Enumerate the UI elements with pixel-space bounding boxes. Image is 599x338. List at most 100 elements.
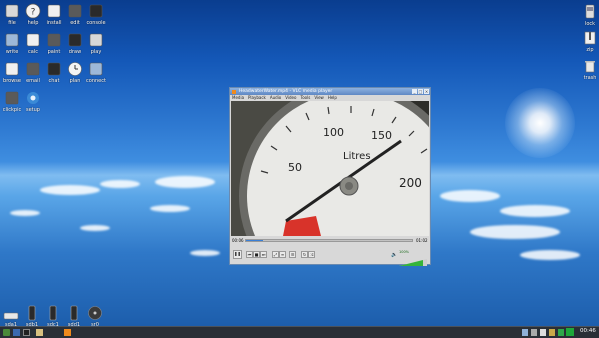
loop-button[interactable]: ↻ [301, 251, 308, 258]
icon-label: draw [68, 49, 82, 55]
network-icon[interactable] [522, 329, 528, 336]
edit-shortcut[interactable]: edit [65, 3, 85, 27]
files-button[interactable] [36, 329, 43, 336]
terminal-button[interactable] [23, 329, 30, 336]
setup-shortcut[interactable]: setup [23, 90, 43, 114]
cloud [500, 205, 570, 217]
icon-label: file [8, 20, 16, 26]
playlist-button[interactable]: ☰ [289, 251, 296, 258]
email-shortcut[interactable]: email [23, 61, 43, 85]
write-icon [5, 33, 19, 47]
stop-button[interactable]: ■ [253, 251, 260, 258]
vlc-titlebar[interactable]: HeadwaterWater.mp4 - VLC media player _ … [230, 88, 430, 95]
minimize-button[interactable]: _ [412, 89, 417, 94]
console-shortcut[interactable]: console [86, 3, 106, 27]
cloud [470, 225, 560, 239]
pause-button[interactable]: ❚❚ [233, 250, 242, 259]
icon-label: calc [28, 49, 38, 55]
play-icon [89, 33, 103, 47]
lock-shortcut[interactable]: lock [575, 4, 599, 28]
window-title: HeadwaterWater.mp4 - VLC media player [239, 89, 333, 94]
speaker-icon[interactable]: 🔈 [391, 252, 397, 258]
taskbar-clock: 00:46 [580, 328, 596, 334]
previous-button[interactable]: ⏮ [246, 251, 253, 258]
drive-dock: sda1 sdb1 sdc1 sdd1 sr0 [0, 305, 110, 328]
help-shortcut[interactable]: ? help [23, 3, 43, 27]
cloud [10, 210, 40, 216]
trash-shortcut[interactable]: trash [575, 58, 599, 82]
volume-label: 100% [399, 250, 410, 254]
icon-label: paint [47, 49, 61, 55]
calc-icon [26, 33, 40, 47]
zip-shortcut[interactable]: zip [575, 30, 599, 54]
trash-icon [585, 61, 595, 73]
vlc-task-button[interactable] [64, 329, 71, 336]
taskbar: 00:46 [0, 326, 599, 338]
fullscreen-button[interactable]: ⤢ [272, 251, 279, 258]
console-icon [89, 4, 103, 18]
chat-shortcut[interactable]: chat [44, 61, 64, 85]
write-shortcut[interactable]: write [2, 32, 22, 56]
gauge-unit-label: Litres [343, 151, 371, 162]
maximize-button[interactable]: □ [418, 89, 423, 94]
icon-label: trash [583, 75, 597, 81]
next-button[interactable]: ⏭ [260, 251, 267, 258]
battery-icon[interactable] [558, 329, 564, 336]
seek-bar-area: 00:06 01:02 [231, 237, 429, 244]
plan-shortcut[interactable]: plan [65, 61, 85, 85]
connect-icon [89, 62, 103, 76]
icon-label: chat [48, 78, 60, 84]
paint-icon [47, 33, 61, 47]
file-shortcut[interactable]: file [2, 3, 22, 27]
optical-drive-icon [88, 306, 102, 320]
gauge-label-100: 100 [323, 126, 344, 139]
icon-label: play [90, 49, 102, 55]
usb-drive-icon [70, 305, 78, 321]
icon-label: plan [69, 78, 81, 84]
volume-slider[interactable]: 100% [399, 250, 427, 266]
calc-shortcut[interactable]: calc [23, 32, 43, 56]
connect-shortcut[interactable]: connect [86, 61, 106, 85]
extended-settings-button[interactable]: ≡ [279, 251, 286, 258]
cloud [40, 185, 100, 195]
icon-label: connect [86, 78, 106, 84]
icon-label: zip [586, 47, 594, 53]
file-icon [5, 4, 19, 18]
shuffle-button[interactable]: ⤨ [308, 251, 315, 258]
draw-shortcut[interactable]: draw [65, 32, 85, 56]
close-button[interactable]: × [424, 89, 429, 94]
edit-icon [68, 4, 82, 18]
browse-shortcut[interactable]: browse [2, 61, 22, 85]
svg-text:?: ? [31, 8, 36, 18]
video-area[interactable]: 50 100 150 200 Litres [231, 101, 429, 236]
cloud [155, 176, 215, 188]
icon-label: clickpic [2, 107, 22, 113]
gauge-label-150: 150 [371, 129, 392, 142]
play-shortcut[interactable]: play [86, 32, 106, 56]
seek-slider[interactable] [245, 239, 413, 242]
clipboard-icon[interactable] [540, 329, 546, 336]
vlc-window[interactable]: HeadwaterWater.mp4 - VLC media player _ … [229, 87, 431, 266]
menu-button[interactable] [3, 329, 10, 336]
volume-tray-icon[interactable] [531, 329, 537, 336]
icon-label: console [86, 20, 106, 26]
icon-label: lock [584, 21, 596, 27]
clickpic-shortcut[interactable]: clickpic [2, 90, 22, 114]
icon-label: write [5, 49, 19, 55]
install-shortcut[interactable]: install [44, 3, 64, 27]
update-icon[interactable] [549, 329, 555, 336]
icon-label: browse [3, 78, 21, 84]
gauge-label-50: 50 [288, 161, 302, 174]
show-desktop-button[interactable] [13, 329, 20, 336]
zip-icon [584, 31, 596, 45]
sun-glow [505, 88, 575, 158]
cloud [440, 190, 500, 202]
paint-shortcut[interactable]: paint [44, 32, 64, 56]
clock-icon [68, 62, 82, 76]
gauge-label-200: 200 [399, 176, 422, 190]
icon-label: edit [70, 20, 80, 26]
desktop-background: file ? help install edit console write calc pain… [0, 0, 599, 338]
chat-icon [47, 62, 61, 76]
power-icon[interactable] [566, 328, 574, 336]
cloud [100, 180, 140, 188]
